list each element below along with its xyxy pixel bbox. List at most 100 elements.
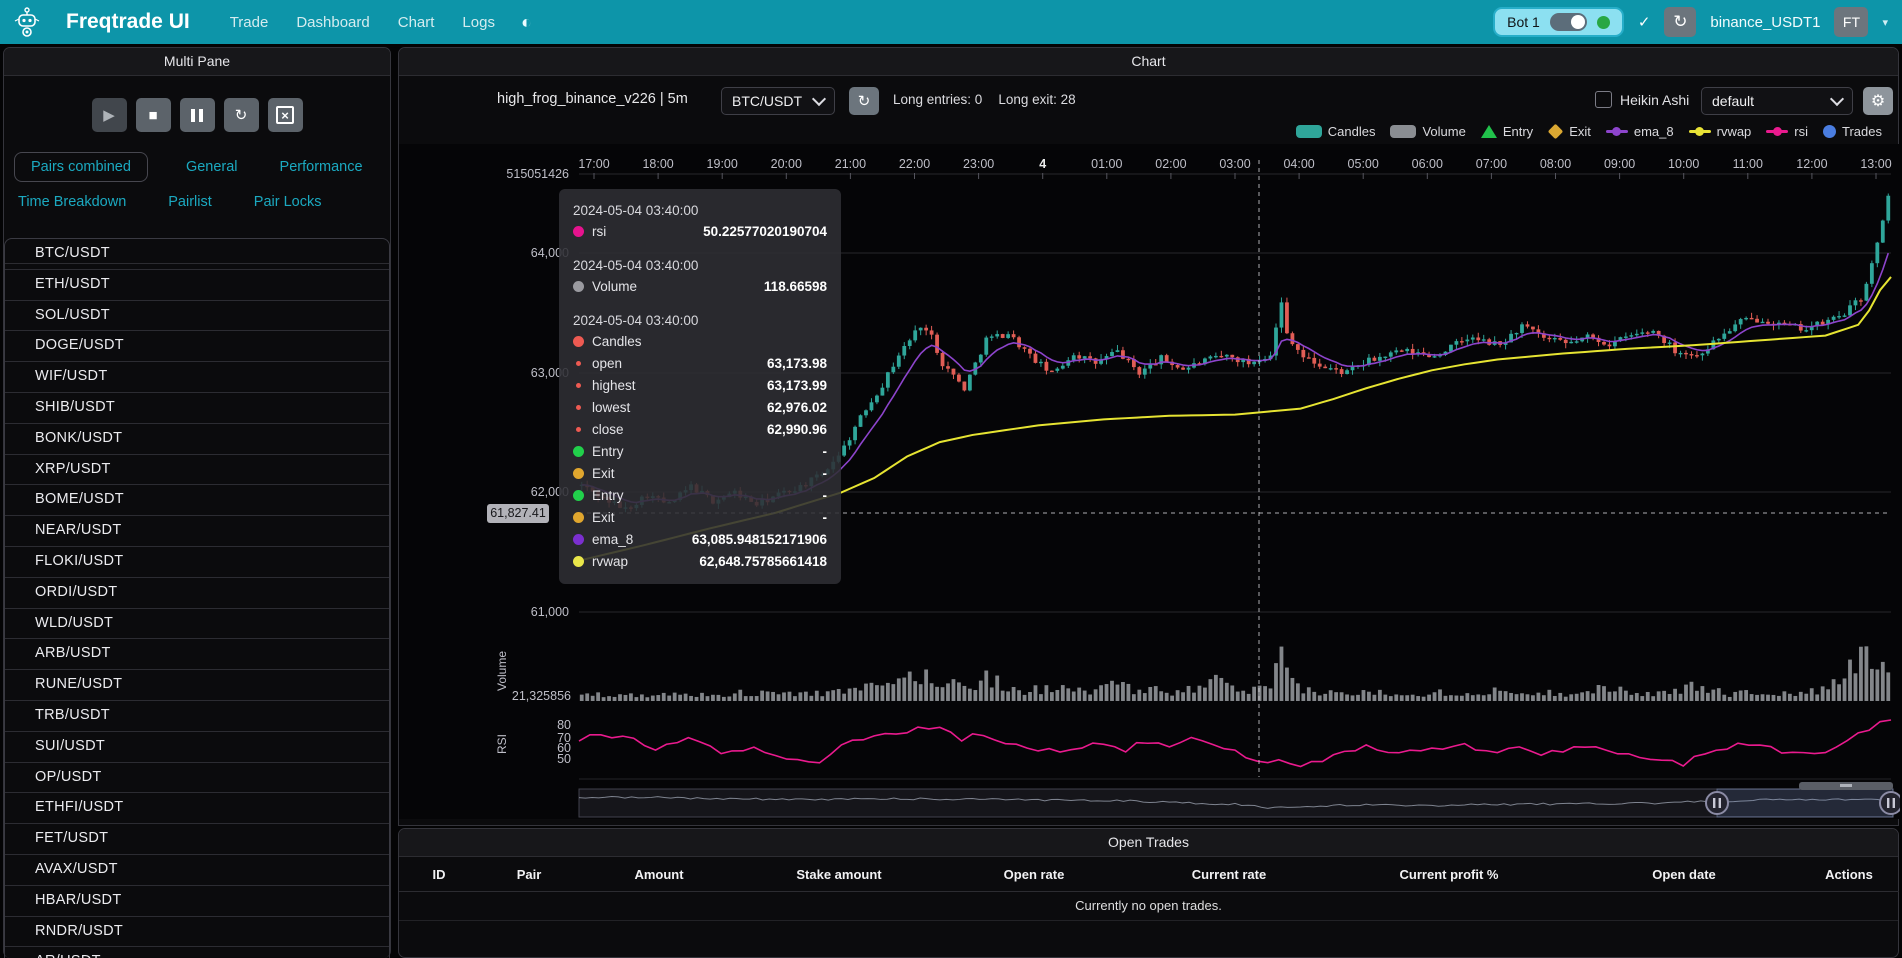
tooltip-row: close 62,990.96	[573, 418, 827, 440]
pair-list-item[interactable]: NEAR/USDT	[5, 516, 389, 547]
nav-item[interactable]: Chart	[398, 14, 435, 31]
clear-chart-button[interactable]: ×	[268, 98, 303, 132]
bot-online-dot	[1597, 16, 1610, 29]
legend-item[interactable]: Entry	[1481, 124, 1533, 139]
plot-config-select[interactable]: default	[1701, 87, 1853, 115]
pair-list-item[interactable]: SHIB/USDT	[5, 393, 389, 424]
chevron-down-icon	[812, 92, 826, 106]
heikin-ashi-checkbox[interactable]	[1595, 91, 1612, 108]
nav-item[interactable]: Dashboard	[296, 14, 369, 31]
refresh-button[interactable]: ↻	[1664, 7, 1696, 37]
sidebar-tab[interactable]: Pairs combined	[14, 152, 148, 182]
pair-list-item[interactable]: XRP/USDT	[5, 455, 389, 486]
avatar[interactable]: FT	[1834, 7, 1868, 37]
legend-label: rsi	[1794, 124, 1808, 139]
svg-text:02:00: 02:00	[1155, 157, 1186, 171]
svg-text:05:00: 05:00	[1348, 157, 1379, 171]
pair-list-item[interactable]: RNDR/USDT	[5, 917, 389, 948]
svg-text:17:00: 17:00	[578, 157, 609, 171]
pair-list-item[interactable]: BONK/USDT	[5, 424, 389, 455]
reload-button[interactable]: ↻	[224, 98, 259, 132]
pair-list-item[interactable]: AVAX/USDT	[5, 855, 389, 886]
series-dot-icon	[573, 556, 584, 567]
pause-button[interactable]	[180, 98, 215, 132]
strategy-label: high_frog_binance_v226 | 5m	[497, 91, 688, 107]
pair-list-item[interactable]: WLD/USDT	[5, 609, 389, 640]
open-trades-panel: Open Trades IDPairAmountStake amountOpen…	[398, 828, 1899, 958]
legend-swatch-icon	[1606, 130, 1628, 133]
legend-item[interactable]: ema_8	[1606, 124, 1674, 139]
navbar: Freqtrade UI Trade Dashboard Chart Logs ◐ B…	[0, 0, 1902, 44]
column-header[interactable]: Current profit %	[1329, 857, 1569, 892]
column-header[interactable]: Actions	[1799, 857, 1899, 892]
pair-list-item[interactable]: WIF/USDT	[5, 362, 389, 393]
column-header[interactable]: Open rate	[939, 857, 1129, 892]
chart-tooltip: 2024-05-04 03:40:00 rsi 50.2257702019070…	[559, 189, 841, 584]
sidebar-tab[interactable]: Performance	[276, 153, 367, 181]
series-dot-icon	[573, 534, 584, 545]
pair-list-item[interactable]: FET/USDT	[5, 824, 389, 855]
crosshair-price-badge: 61,827.41	[487, 504, 549, 523]
column-header[interactable]: Stake amount	[739, 857, 939, 892]
pair-list-item[interactable]: BOME/USDT	[5, 485, 389, 516]
series-dot-icon	[576, 383, 581, 388]
legend-item[interactable]: Volume	[1390, 124, 1465, 139]
chevron-down-icon[interactable]: ▾	[1882, 16, 1888, 29]
pair-list-item[interactable]: TRB/USDT	[5, 701, 389, 732]
legend-item[interactable]: Exit	[1548, 124, 1591, 139]
tooltip-row: Entry -	[573, 440, 827, 462]
series-dot-icon	[576, 405, 581, 410]
column-header[interactable]: Current rate	[1129, 857, 1329, 892]
sidebar-tab[interactable]: Time Breakdown	[14, 188, 130, 216]
chevron-down-icon	[1830, 92, 1844, 106]
plot-config-value: default	[1712, 93, 1754, 109]
gear-icon: ⚙	[1871, 93, 1885, 110]
pair-list-item[interactable]: OP/USDT	[5, 763, 389, 794]
open-trades-table: IDPairAmountStake amountOpen rateCurrent…	[399, 857, 1899, 892]
pair-list-item[interactable]: AR/USDT	[5, 947, 389, 958]
nav-item[interactable]: Trade	[230, 14, 269, 31]
stop-button[interactable]: ■	[136, 98, 171, 132]
sidebar-tab[interactable]: General	[182, 153, 242, 181]
legend-label: ema_8	[1634, 124, 1674, 139]
pair-list-item[interactable]: ARB/USDT	[5, 639, 389, 670]
chart-controls: high_frog_binance_v226 | 5m BTC/USDT ↻ L…	[399, 84, 1898, 118]
column-header[interactable]: Pair	[479, 857, 579, 892]
bot-toggle[interactable]	[1550, 13, 1587, 31]
pair-list-item[interactable]: RUNE/USDT	[5, 670, 389, 701]
pair-list-item[interactable]: FLOKI/USDT	[5, 547, 389, 578]
pair-list-item[interactable]: ORDI/USDT	[5, 578, 389, 609]
heikin-ashi-label: Heikin Ashi	[1620, 92, 1689, 108]
nav-item[interactable]: Logs	[462, 14, 495, 31]
theme-toggle-icon[interactable]: ◐	[521, 12, 532, 33]
pair-list-item[interactable]: SOL/USDT	[5, 301, 389, 332]
svg-text:07:00: 07:00	[1476, 157, 1507, 171]
svg-text:12:00: 12:00	[1796, 157, 1827, 171]
svg-text:03:00: 03:00	[1219, 157, 1250, 171]
pair-list-item[interactable]: BTC/USDT	[5, 239, 389, 270]
legend-item[interactable]: Candles	[1296, 124, 1376, 139]
pair-select[interactable]: BTC/USDT	[721, 87, 835, 115]
column-header[interactable]: Amount	[579, 857, 739, 892]
pair-list-item[interactable]: DOGE/USDT	[5, 331, 389, 362]
legend-item[interactable]: rvwap	[1689, 124, 1752, 139]
column-header[interactable]: Open date	[1569, 857, 1799, 892]
bot-selector[interactable]: Bot 1	[1493, 7, 1624, 37]
pair-list-item[interactable]: ETHFI/USDT	[5, 793, 389, 824]
svg-text:22:00: 22:00	[899, 157, 930, 171]
series-dot-icon	[573, 446, 584, 457]
chart-refresh-button[interactable]: ↻	[849, 87, 879, 115]
legend-item[interactable]: rsi	[1766, 124, 1808, 139]
column-header[interactable]: ID	[399, 857, 479, 892]
play-button[interactable]: ▶	[92, 98, 127, 132]
brand-title[interactable]: Freqtrade UI	[66, 10, 190, 34]
sidebar-tab[interactable]: Pair Locks	[250, 188, 326, 216]
pair-list-item[interactable]: ETH/USDT	[5, 270, 389, 301]
pair-list-item[interactable]: SUI/USDT	[5, 732, 389, 763]
legend-label: Volume	[1422, 124, 1465, 139]
legend-item[interactable]: Trades	[1823, 124, 1882, 139]
plot-settings-button[interactable]: ⚙	[1863, 87, 1893, 115]
sidebar-tab[interactable]: Pairlist	[164, 188, 216, 216]
legend-swatch-icon	[1390, 125, 1416, 138]
pair-list-item[interactable]: HBAR/USDT	[5, 886, 389, 917]
